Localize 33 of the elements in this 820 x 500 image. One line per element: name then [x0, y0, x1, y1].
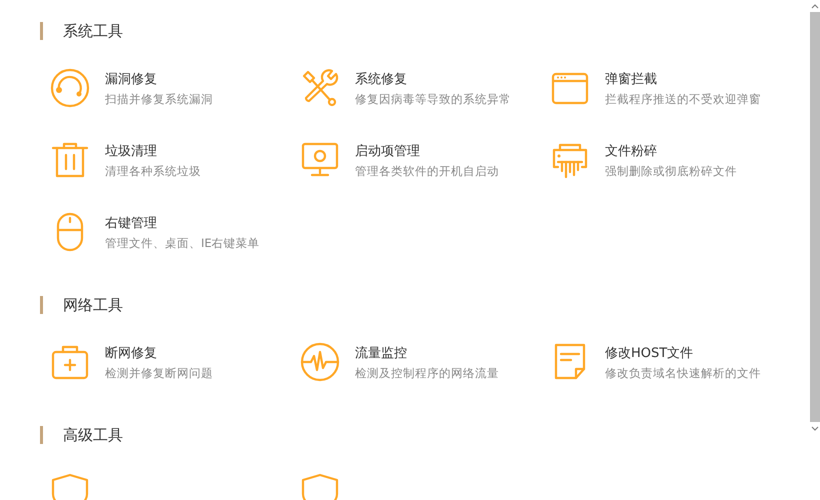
- tool-name[interactable]: 垃圾清理: [105, 142, 201, 160]
- tool-description: 检测并修复断网问题: [105, 366, 213, 380]
- tool-description: 强制删除或彻底粉碎文件: [605, 164, 737, 178]
- tool-description: 管理各类软件的开机自启动: [355, 164, 499, 178]
- trash-icon[interactable]: [50, 140, 90, 180]
- tool-description: 扫描并修复系统漏洞: [105, 92, 213, 106]
- pulse-icon[interactable]: [300, 342, 340, 382]
- tool-name[interactable]: 弹窗拦截: [605, 70, 761, 88]
- shield-icon[interactable]: [300, 472, 340, 500]
- heading-accent-bar: [40, 426, 43, 444]
- tool-description: 修改负责域名快速解析的文件: [605, 366, 761, 380]
- tool-description: 清理各种系统垃圾: [105, 164, 201, 178]
- section-title: 高级工具: [63, 426, 123, 444]
- tool-name[interactable]: 文件粉碎: [605, 142, 737, 160]
- tool-description: 检测及控制程序的网络流量: [355, 366, 499, 380]
- tool-name[interactable]: 断网修复: [105, 344, 213, 362]
- tool-name[interactable]: 右键管理: [105, 214, 260, 232]
- tool-description: 拦截程序推送的不受欢迎弹窗: [605, 92, 761, 106]
- shield-icon[interactable]: [50, 472, 90, 500]
- circle-icon[interactable]: [50, 68, 90, 108]
- tool-description: 管理文件、桌面、IE右键菜单: [105, 236, 260, 250]
- section-title: 网络工具: [63, 296, 123, 314]
- tool-name[interactable]: 漏洞修复: [105, 70, 213, 88]
- tool-name[interactable]: 启动项管理: [355, 142, 499, 160]
- tools-icon[interactable]: [300, 68, 340, 108]
- section-title: 系统工具: [63, 22, 123, 40]
- heading-accent-bar: [40, 22, 43, 40]
- tool-name[interactable]: 流量监控: [355, 344, 499, 362]
- heading-accent-bar: [40, 296, 43, 314]
- scrollbar-thumb[interactable]: [810, 12, 820, 422]
- tool-name[interactable]: 修改HOST文件: [605, 344, 761, 362]
- tool-name[interactable]: 系统修复: [355, 70, 511, 88]
- tool-description: 修复因病毒等导致的系统异常: [355, 92, 511, 106]
